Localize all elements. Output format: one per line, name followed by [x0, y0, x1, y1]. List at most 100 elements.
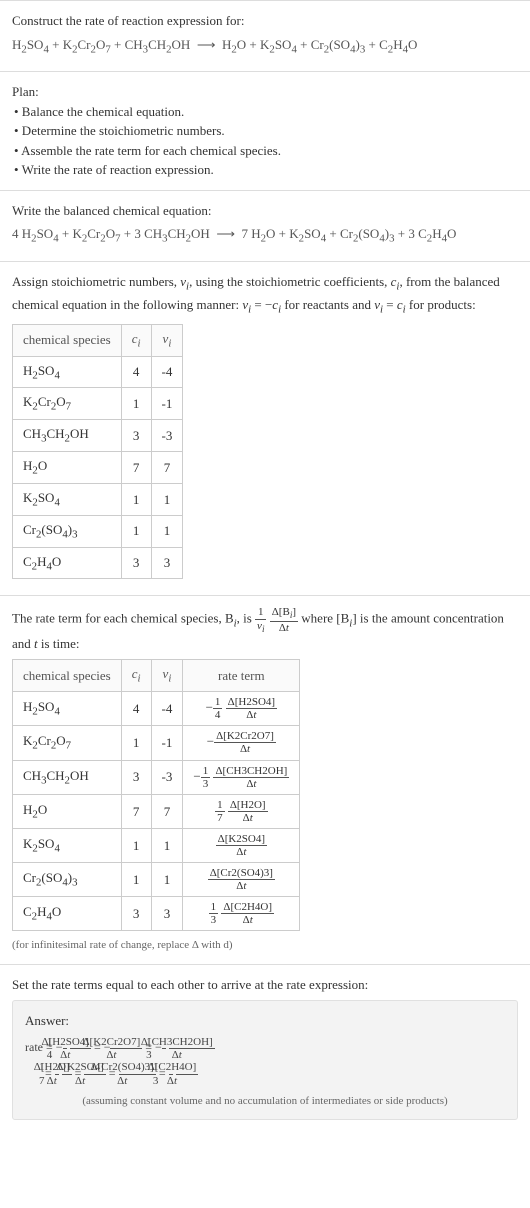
cell-vi: 1	[151, 863, 183, 897]
cell-species: C2H4O	[13, 547, 122, 579]
rateterms-table: chemical species ci νi rate term H2SO44-…	[12, 659, 300, 931]
cell-ci: 7	[121, 452, 151, 484]
cell-species: H2O	[13, 794, 122, 828]
cell-species: CH3CH2OH	[13, 760, 122, 794]
col-ci: ci	[121, 324, 151, 356]
cell-ci: 3	[121, 547, 151, 579]
cell-rateterm: Δ[Cr2(SO4)3]Δt	[183, 863, 300, 897]
col-vi: νi	[151, 324, 183, 356]
cell-rateterm: Δ[K2SO4]Δt	[183, 828, 300, 862]
stoich-table: chemical species ci νi H2SO44-4K2Cr2O71-…	[12, 324, 183, 580]
cell-rateterm: −Δ[K2Cr2O7]Δt	[183, 726, 300, 760]
table-row: H2O77	[13, 452, 183, 484]
cell-ci: 1	[121, 515, 151, 547]
intro-section: Construct the rate of reaction expressio…	[0, 0, 530, 71]
table-row: H2O7717 Δ[H2O]Δt	[13, 794, 300, 828]
cell-species: K2Cr2O7	[13, 388, 122, 420]
cell-rateterm: −14 Δ[H2SO4]Δt	[183, 692, 300, 726]
cell-vi: -4	[151, 692, 183, 726]
table-row: CH3CH2OH3-3−13 Δ[CH3CH2OH]Δt	[13, 760, 300, 794]
table-row: C2H4O3313 Δ[C2H4O]Δt	[13, 897, 300, 931]
cell-ci: 1	[121, 388, 151, 420]
plan-item: • Write the rate of reaction expression.	[14, 160, 518, 180]
col-rateterm: rate term	[183, 660, 300, 692]
cell-species: K2Cr2O7	[13, 726, 122, 760]
balanced-equation: 4 H2SO4 + K2Cr2O7 + 3 CH3CH2OH ⟶ 7 H2O +…	[12, 220, 518, 251]
table-header-row: chemical species ci νi rate term	[13, 660, 300, 692]
plan-item: • Balance the chemical equation.	[14, 102, 518, 122]
cell-species: Cr2(SO4)3	[13, 863, 122, 897]
cell-vi: -3	[151, 760, 183, 794]
plan-section: Plan: • Balance the chemical equation. •…	[0, 71, 530, 190]
final-section: Set the rate terms equal to each other t…	[0, 964, 530, 1130]
cell-species: Cr2(SO4)3	[13, 515, 122, 547]
table-row: C2H4O33	[13, 547, 183, 579]
cell-vi: 1	[151, 483, 183, 515]
col-ci: ci	[121, 660, 151, 692]
stoich-tbody: H2SO44-4K2Cr2O71-1CH3CH2OH3-3H2O77K2SO41…	[13, 356, 183, 579]
cell-ci: 1	[121, 828, 151, 862]
plan-item: • Assemble the rate term for each chemic…	[14, 141, 518, 161]
rateterms-section: The rate term for each chemical species,…	[0, 595, 530, 964]
cell-vi: 1	[151, 828, 183, 862]
cell-species: K2SO4	[13, 828, 122, 862]
cell-species: K2SO4	[13, 483, 122, 515]
cell-vi: -4	[151, 356, 183, 388]
rateterms-tbody: H2SO44-4−14 Δ[H2SO4]ΔtK2Cr2O71-1−Δ[K2Cr2…	[13, 692, 300, 931]
cell-vi: 7	[151, 452, 183, 484]
table-row: K2SO411	[13, 483, 183, 515]
cell-ci: 7	[121, 794, 151, 828]
answer-label: Answer:	[25, 1011, 505, 1031]
cell-vi: 3	[151, 547, 183, 579]
cell-vi: -1	[151, 726, 183, 760]
intro-prompt: Construct the rate of reaction expressio…	[12, 11, 518, 31]
cell-ci: 1	[121, 726, 151, 760]
cell-rateterm: −13 Δ[CH3CH2OH]Δt	[183, 760, 300, 794]
assumption-note: (assuming constant volume and no accumul…	[25, 1093, 505, 1110]
plan-list: • Balance the chemical equation. • Deter…	[12, 102, 518, 180]
cell-species: C2H4O	[13, 897, 122, 931]
table-row: K2Cr2O71-1	[13, 388, 183, 420]
cell-ci: 3	[121, 897, 151, 931]
stoich-intro: Assign stoichiometric numbers, νi, using…	[12, 272, 518, 318]
cell-species: H2O	[13, 452, 122, 484]
answer-box: Answer: rate = −14 Δ[H2SO4]Δt = −Δ[K2Cr2…	[12, 1000, 518, 1120]
table-row: K2SO411Δ[K2SO4]Δt	[13, 828, 300, 862]
cell-ci: 3	[121, 760, 151, 794]
table-header-row: chemical species ci νi	[13, 324, 183, 356]
cell-vi: -1	[151, 388, 183, 420]
cell-vi: -3	[151, 420, 183, 452]
table-row: Cr2(SO4)311Δ[Cr2(SO4)3]Δt	[13, 863, 300, 897]
col-vi: νi	[151, 660, 183, 692]
cell-ci: 4	[121, 692, 151, 726]
cell-ci: 4	[121, 356, 151, 388]
cell-rateterm: 13 Δ[C2H4O]Δt	[183, 897, 300, 931]
rate-expression-line2: = 17 Δ[H2O]Δt = Δ[K2SO4]Δt = Δ[Cr2(SO4)3…	[25, 1061, 505, 1087]
rate-expression-line1: rate = −14 Δ[H2SO4]Δt = −Δ[K2Cr2O7]Δt = …	[25, 1035, 505, 1061]
cell-ci: 1	[121, 483, 151, 515]
balanced-heading: Write the balanced chemical equation:	[12, 201, 518, 221]
cell-species: H2SO4	[13, 692, 122, 726]
plan-item: • Determine the stoichiometric numbers.	[14, 121, 518, 141]
final-heading: Set the rate terms equal to each other t…	[12, 975, 518, 995]
cell-rateterm: 17 Δ[H2O]Δt	[183, 794, 300, 828]
plan-heading: Plan:	[12, 82, 518, 102]
table-row: H2SO44-4−14 Δ[H2SO4]Δt	[13, 692, 300, 726]
table-row: Cr2(SO4)311	[13, 515, 183, 547]
table-row: K2Cr2O71-1−Δ[K2Cr2O7]Δt	[13, 726, 300, 760]
cell-ci: 1	[121, 863, 151, 897]
stoich-section: Assign stoichiometric numbers, νi, using…	[0, 261, 530, 595]
rateterms-intro: The rate term for each chemical species,…	[12, 606, 518, 653]
cell-vi: 3	[151, 897, 183, 931]
col-species: chemical species	[13, 660, 122, 692]
col-species: chemical species	[13, 324, 122, 356]
cell-vi: 7	[151, 794, 183, 828]
cell-vi: 1	[151, 515, 183, 547]
table-row: CH3CH2OH3-3	[13, 420, 183, 452]
balanced-section: Write the balanced chemical equation: 4 …	[0, 190, 530, 261]
cell-ci: 3	[121, 420, 151, 452]
table-row: H2SO44-4	[13, 356, 183, 388]
cell-species: H2SO4	[13, 356, 122, 388]
cell-species: CH3CH2OH	[13, 420, 122, 452]
rateterms-note: (for infinitesimal rate of change, repla…	[12, 937, 518, 954]
